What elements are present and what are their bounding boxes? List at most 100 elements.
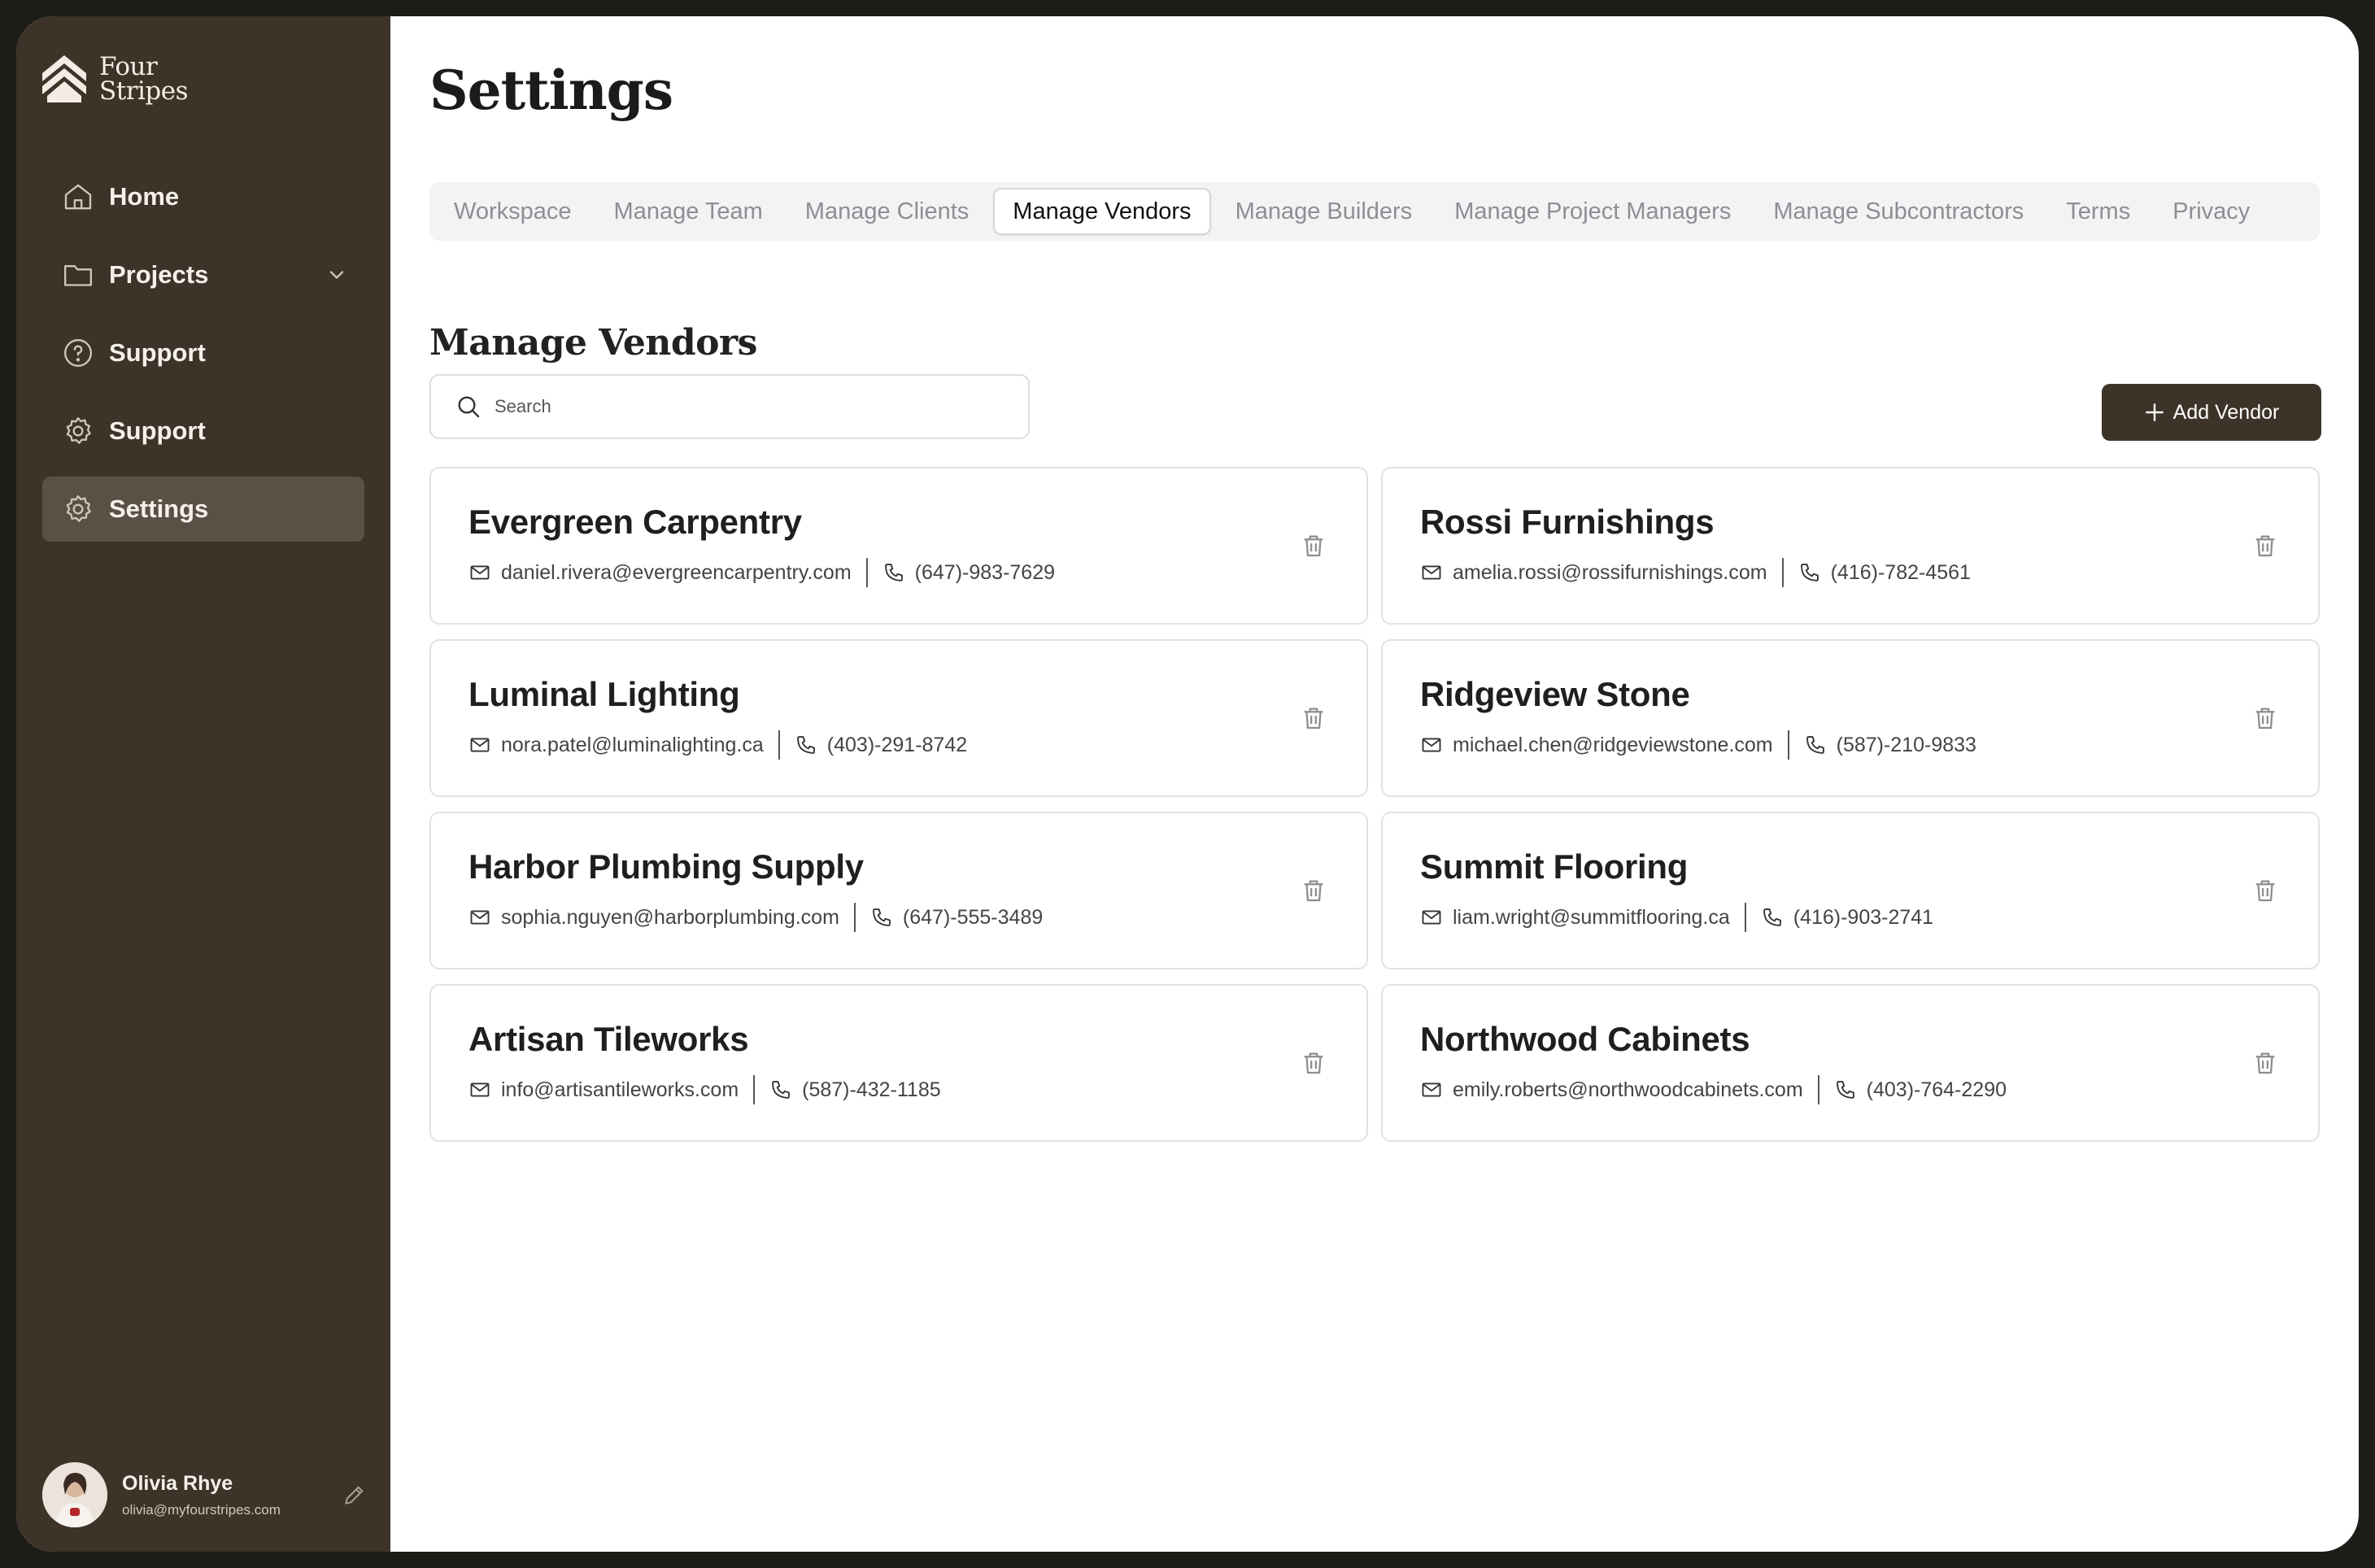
phone-icon: [1763, 908, 1781, 926]
vendor-contact: michael.chen@ridgeviewstone.com (587)-21…: [1420, 730, 1976, 760]
sidebar-item-support[interactable]: Support: [42, 320, 364, 385]
vendor-email[interactable]: michael.chen@ridgeviewstone.com: [1453, 734, 1773, 757]
vendor-name: Summit Flooring: [1420, 847, 1689, 886]
vendor-email[interactable]: liam.wright@summitflooring.ca: [1453, 906, 1730, 930]
vendor-phone[interactable]: (416)-782-4561: [1831, 561, 1971, 585]
search-box[interactable]: [429, 374, 1030, 439]
chevron-down-icon[interactable]: [325, 264, 348, 286]
sidebar-item-settings[interactable]: Settings: [42, 477, 364, 542]
vendor-phone[interactable]: (587)-432-1185: [802, 1078, 940, 1102]
divider: [853, 903, 856, 932]
vendor-card[interactable]: Summit Flooring liam.wright@summitfloori…: [1381, 812, 2320, 969]
trash-icon: [1304, 708, 1323, 730]
vendor-phone[interactable]: (647)-983-7629: [915, 561, 1055, 585]
tab-manage-builders[interactable]: Manage Builders: [1218, 188, 1431, 235]
tab-manage-subcontractors[interactable]: Manage Subcontractors: [1755, 188, 2042, 235]
mail-icon: [470, 1082, 490, 1097]
edit-icon[interactable]: [342, 1482, 368, 1508]
divider: [1781, 558, 1784, 587]
vendor-contact: amelia.rossi@rossifurnishings.com (416)-…: [1420, 558, 1971, 587]
phone-icon: [1836, 1081, 1854, 1099]
avatar[interactable]: [42, 1462, 107, 1527]
delete-vendor-button[interactable]: [1300, 877, 1327, 904]
sidebar: Four Stripes Home Projects Support Suppo…: [16, 16, 390, 1552]
tab-manage-project-managers[interactable]: Manage Project Managers: [1436, 188, 1749, 235]
vendor-name: Rossi Furnishings: [1420, 503, 1715, 541]
section-title: Manage Vendors: [429, 322, 757, 364]
vendor-name: Ridgeview Stone: [1420, 675, 1690, 713]
sidebar-item-label: Projects: [109, 260, 209, 289]
settings-tabs: Workspace Manage Team Manage Clients Man…: [429, 182, 2320, 241]
divider: [1817, 1075, 1819, 1104]
vendor-email[interactable]: emily.roberts@northwoodcabinets.com: [1453, 1078, 1803, 1102]
tab-workspace[interactable]: Workspace: [436, 188, 590, 235]
device-frame: Four Stripes Home Projects Support Suppo…: [0, 0, 2375, 1568]
tab-manage-clients[interactable]: Manage Clients: [787, 188, 987, 235]
divider: [753, 1075, 756, 1104]
tab-manage-vendors[interactable]: Manage Vendors: [993, 188, 1211, 235]
tab-manage-team[interactable]: Manage Team: [596, 188, 781, 235]
vendor-card[interactable]: Evergreen Carpentry daniel.rivera@evergr…: [429, 467, 1368, 625]
vendor-phone[interactable]: (416)-903-2741: [1793, 906, 1933, 930]
delete-vendor-button[interactable]: [1300, 1049, 1327, 1077]
delete-vendor-button[interactable]: [1300, 532, 1327, 560]
vendor-card[interactable]: Harbor Plumbing Supply sophia.nguyen@har…: [429, 812, 1368, 969]
user-profile[interactable]: Olivia Rhye olivia@myfourstripes.com: [42, 1462, 368, 1527]
sidebar-item-support-2[interactable]: Support: [42, 399, 364, 464]
trash-icon: [1304, 880, 1323, 902]
vendor-email[interactable]: daniel.rivera@evergreencarpentry.com: [501, 561, 852, 585]
vendor-email[interactable]: amelia.rossi@rossifurnishings.com: [1453, 561, 1767, 585]
mail-icon: [1422, 738, 1441, 752]
delete-vendor-button[interactable]: [2251, 704, 2279, 732]
vendor-card[interactable]: Rossi Furnishings amelia.rossi@rossifurn…: [1381, 467, 2320, 625]
trash-icon: [1304, 1052, 1323, 1074]
delete-vendor-button[interactable]: [2251, 1049, 2279, 1077]
vendor-phone[interactable]: (587)-210-9833: [1837, 734, 1976, 757]
vendor-contact: sophia.nguyen@harborplumbing.com (647)-5…: [468, 903, 1043, 932]
logo-mark-icon: [42, 55, 86, 102]
vendor-contact: daniel.rivera@evergreencarpentry.com (64…: [468, 558, 1055, 587]
vendor-phone[interactable]: (647)-555-3489: [903, 906, 1043, 930]
phone-icon: [1800, 564, 1819, 581]
phone-icon: [884, 564, 903, 581]
vendor-phone[interactable]: (403)-764-2290: [1867, 1078, 2007, 1102]
sidebar-item-label: Support: [109, 338, 206, 367]
vendor-email[interactable]: sophia.nguyen@harborplumbing.com: [501, 906, 839, 930]
add-vendor-label: Add Vendor: [2172, 400, 2280, 424]
mail-icon: [1422, 910, 1441, 925]
trash-icon: [2255, 880, 2275, 902]
vendor-card[interactable]: Luminal Lighting nora.patel@luminalighti…: [429, 639, 1368, 797]
search-input[interactable]: [495, 396, 983, 417]
add-vendor-button[interactable]: Add Vendor: [2102, 384, 2321, 441]
tab-terms[interactable]: Terms: [2048, 188, 2148, 235]
vendor-phone[interactable]: (403)-291-8742: [827, 734, 967, 757]
avatar-image: [42, 1462, 107, 1527]
brand-logo[interactable]: Four Stripes: [41, 54, 189, 104]
sidebar-item-home[interactable]: Home: [42, 164, 364, 229]
phone-icon: [796, 736, 815, 754]
vendor-contact: liam.wright@summitflooring.ca (416)-903-…: [1420, 903, 1933, 932]
delete-vendor-button[interactable]: [2251, 532, 2279, 560]
divider: [1787, 730, 1789, 760]
vendor-email[interactable]: info@artisantileworks.com: [501, 1078, 739, 1102]
mail-icon: [470, 738, 490, 752]
delete-vendor-button[interactable]: [2251, 877, 2279, 904]
trash-icon: [2255, 535, 2275, 557]
sidebar-item-projects[interactable]: Projects: [42, 242, 364, 307]
user-name: Olivia Rhye: [122, 1471, 233, 1495]
app-screen: Four Stripes Home Projects Support Suppo…: [16, 16, 2359, 1552]
delete-vendor-button[interactable]: [1300, 704, 1327, 732]
vendor-name: Artisan Tileworks: [468, 1020, 749, 1058]
mail-icon: [470, 910, 490, 925]
trash-icon: [2255, 708, 2275, 730]
vendor-email[interactable]: nora.patel@luminalighting.ca: [501, 734, 764, 757]
vendor-card[interactable]: Ridgeview Stone michael.chen@ridgeviewst…: [1381, 639, 2320, 797]
profile-info: Olivia Rhye olivia@myfourstripes.com: [122, 1472, 281, 1518]
sidebar-item-label: Home: [109, 182, 180, 211]
tab-privacy[interactable]: Privacy: [2155, 188, 2268, 235]
divider: [865, 558, 868, 587]
gear-icon: [60, 491, 96, 527]
vendor-card[interactable]: Northwood Cabinets emily.roberts@northwo…: [1381, 984, 2320, 1142]
vendor-card[interactable]: Artisan Tileworks info@artisantileworks.…: [429, 984, 1368, 1142]
gear-icon: [60, 413, 96, 449]
